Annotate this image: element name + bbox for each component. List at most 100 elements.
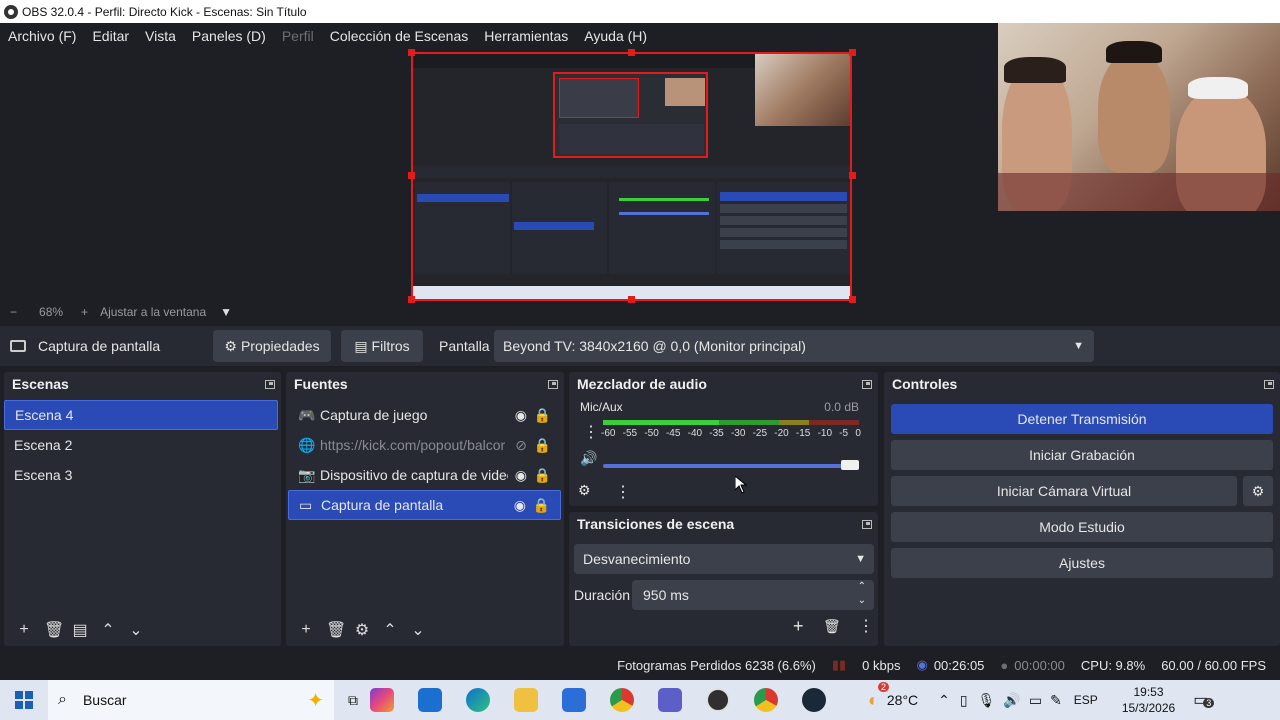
eye-icon[interactable]: ◉ <box>514 497 526 514</box>
kebab-menu-icon[interactable]: ⋮ <box>858 616 874 636</box>
settings-button[interactable]: Ajustes <box>891 548 1273 578</box>
chrome-profile-icon[interactable] <box>754 688 778 712</box>
store-icon[interactable] <box>562 688 586 712</box>
nested-scenes <box>415 182 510 274</box>
pen-icon[interactable]: ✎ <box>1050 692 1062 709</box>
weather-badge: 2 <box>878 681 890 692</box>
menu-help[interactable]: Ayuda (H) <box>576 28 655 44</box>
lock-icon[interactable]: 🔒 <box>534 407 551 424</box>
trash-icon[interactable]: 🗑 <box>44 620 64 640</box>
display-select[interactable]: Beyond TV: 3840x2160 @ 0,0 (Monitor prin… <box>494 330 1094 362</box>
undock-icon[interactable] <box>862 379 872 389</box>
add-icon[interactable]: + <box>298 621 314 639</box>
source-item[interactable]: 🌐 https://kick.com/popout/balcor ⊘ 🔒 <box>288 430 561 460</box>
studio-mode-button[interactable]: Modo Estudio <box>891 512 1273 542</box>
lock-icon[interactable]: 🔒 <box>534 467 551 484</box>
outlook-icon[interactable] <box>418 688 442 712</box>
volume-knob[interactable] <box>841 460 859 470</box>
microphone-icon[interactable]: 🎙 <box>978 692 996 709</box>
zoom-dropdown-icon[interactable]: ▼ <box>220 305 232 319</box>
scene-item[interactable]: Escena 3 <box>4 460 278 490</box>
undock-icon[interactable] <box>1264 379 1274 389</box>
webcam-overlay <box>998 23 1280 211</box>
resize-handle-r[interactable] <box>849 172 856 179</box>
menu-tools[interactable]: Herramientas <box>476 28 576 44</box>
undock-icon[interactable] <box>862 519 872 529</box>
battery-icon[interactable]: ▯ <box>960 692 968 709</box>
source-item[interactable]: ▭ Captura de pantalla ◉ 🔒 <box>288 490 561 520</box>
zoom-in-button[interactable]: + <box>81 305 88 319</box>
start-virtual-cam-button[interactable]: Iniciar Cámara Virtual <box>891 476 1237 506</box>
start-recording-button[interactable]: Iniciar Grabación <box>891 440 1273 470</box>
chrome-icon[interactable] <box>610 688 634 712</box>
stepper-icon[interactable]: ⌃ ⌄ <box>858 580 866 608</box>
trash-icon[interactable]: 🗑 <box>326 620 346 640</box>
scene-item[interactable]: Escena 2 <box>4 430 278 460</box>
volume-slider[interactable] <box>603 460 859 470</box>
lock-icon[interactable]: 🔒 <box>534 437 551 454</box>
add-icon[interactable]: + <box>793 616 804 637</box>
volume-icon[interactable]: 🔊 <box>1003 692 1020 709</box>
weather-widget[interactable]: ◐ 2 28°C <box>868 681 918 711</box>
resize-handle-l[interactable] <box>408 172 415 179</box>
kebab-menu-icon[interactable]: ⋮ <box>615 482 631 502</box>
obs-icon[interactable] <box>706 688 730 712</box>
kebab-menu-icon[interactable]: ⋮ <box>583 422 599 442</box>
teams-icon[interactable] <box>658 688 682 712</box>
clock[interactable]: 19:53 15/3/2026 <box>1122 684 1175 716</box>
properties-button[interactable]: ⚙ Propiedades <box>213 330 331 362</box>
menu-edit[interactable]: Editar <box>84 28 137 44</box>
resize-handle-t[interactable] <box>628 49 635 56</box>
monitor-icon <box>10 340 26 352</box>
virtual-cam-settings-icon[interactable]: ⚙ <box>1243 476 1273 506</box>
trash-icon[interactable]: 🗑 <box>823 618 841 635</box>
transition-select[interactable]: Desvanecimiento ▼ <box>574 544 874 574</box>
menu-scene-collection[interactable]: Colección de Escenas <box>322 28 477 44</box>
resize-handle-tr[interactable] <box>849 49 856 56</box>
network-icon[interactable]: ▭ <box>1029 692 1042 709</box>
language-indicator[interactable]: ESP <box>1074 693 1098 707</box>
file-explorer-icon[interactable] <box>514 688 538 712</box>
task-view-icon[interactable]: ⧉ <box>348 692 358 709</box>
lock-icon[interactable]: 🔒 <box>533 497 550 514</box>
arrow-down-icon[interactable]: ⌄ <box>410 620 426 640</box>
gear-icon[interactable]: ⚙ <box>354 620 370 640</box>
filter-icon[interactable]: ▤ <box>72 620 88 640</box>
scene-item[interactable]: Escena 4 <box>4 400 278 430</box>
undock-icon[interactable] <box>548 379 558 389</box>
zoom-out-button[interactable]: − <box>10 305 17 319</box>
eye-slash-icon[interactable]: ⊘ <box>515 437 527 454</box>
chevron-up-icon[interactable]: ⌃ <box>938 692 950 709</box>
copilot-icon[interactable] <box>370 688 394 712</box>
menu-file[interactable]: Archivo (F) <box>0 28 84 44</box>
preview-canvas[interactable] <box>411 52 852 301</box>
steam-icon[interactable] <box>802 688 826 712</box>
menu-profile[interactable]: Perfil <box>274 28 322 44</box>
mixer-settings-icon[interactable]: ⚙ <box>578 482 591 499</box>
arrow-up-icon[interactable]: ⌃ <box>382 620 398 640</box>
scenes-list: Escena 4 Escena 2 Escena 3 <box>4 396 281 490</box>
duration-input[interactable]: 950 ms ⌃ ⌄ <box>632 580 874 610</box>
controls-list: Detener Transmisión Iniciar Grabación In… <box>884 396 1280 578</box>
add-icon[interactable]: + <box>16 621 32 639</box>
arrow-up-icon[interactable]: ⌃ <box>100 620 116 640</box>
notification-center-icon[interactable]: ▭ 3 <box>1193 690 1215 710</box>
resize-handle-tl[interactable] <box>408 49 415 56</box>
mixer-channel-name: Mic/Aux <box>580 400 623 414</box>
filter-icon: ▤ <box>354 337 368 354</box>
menu-view[interactable]: Vista <box>137 28 184 44</box>
speaker-icon[interactable]: 🔊 <box>580 450 597 467</box>
controls-title-bar: Controles <box>884 372 1280 396</box>
windows-start-icon[interactable] <box>0 691 48 709</box>
eye-icon[interactable]: ◉ <box>515 467 527 484</box>
filters-button[interactable]: ▤ Filtros <box>341 330 423 362</box>
arrow-down-icon[interactable]: ⌄ <box>128 620 144 640</box>
taskbar-search[interactable]: ⌕ Buscar ✦ <box>48 680 334 720</box>
menu-docks[interactable]: Paneles (D) <box>184 28 274 44</box>
edge-icon[interactable] <box>466 688 490 712</box>
source-item[interactable]: 📷 Dispositivo de captura de video ◉ 🔒 <box>288 460 561 490</box>
eye-icon[interactable]: ◉ <box>515 407 527 424</box>
source-item[interactable]: 🎮 Captura de juego ◉ 🔒 <box>288 400 561 430</box>
undock-icon[interactable] <box>265 379 275 389</box>
stop-stream-button[interactable]: Detener Transmisión <box>891 404 1273 434</box>
